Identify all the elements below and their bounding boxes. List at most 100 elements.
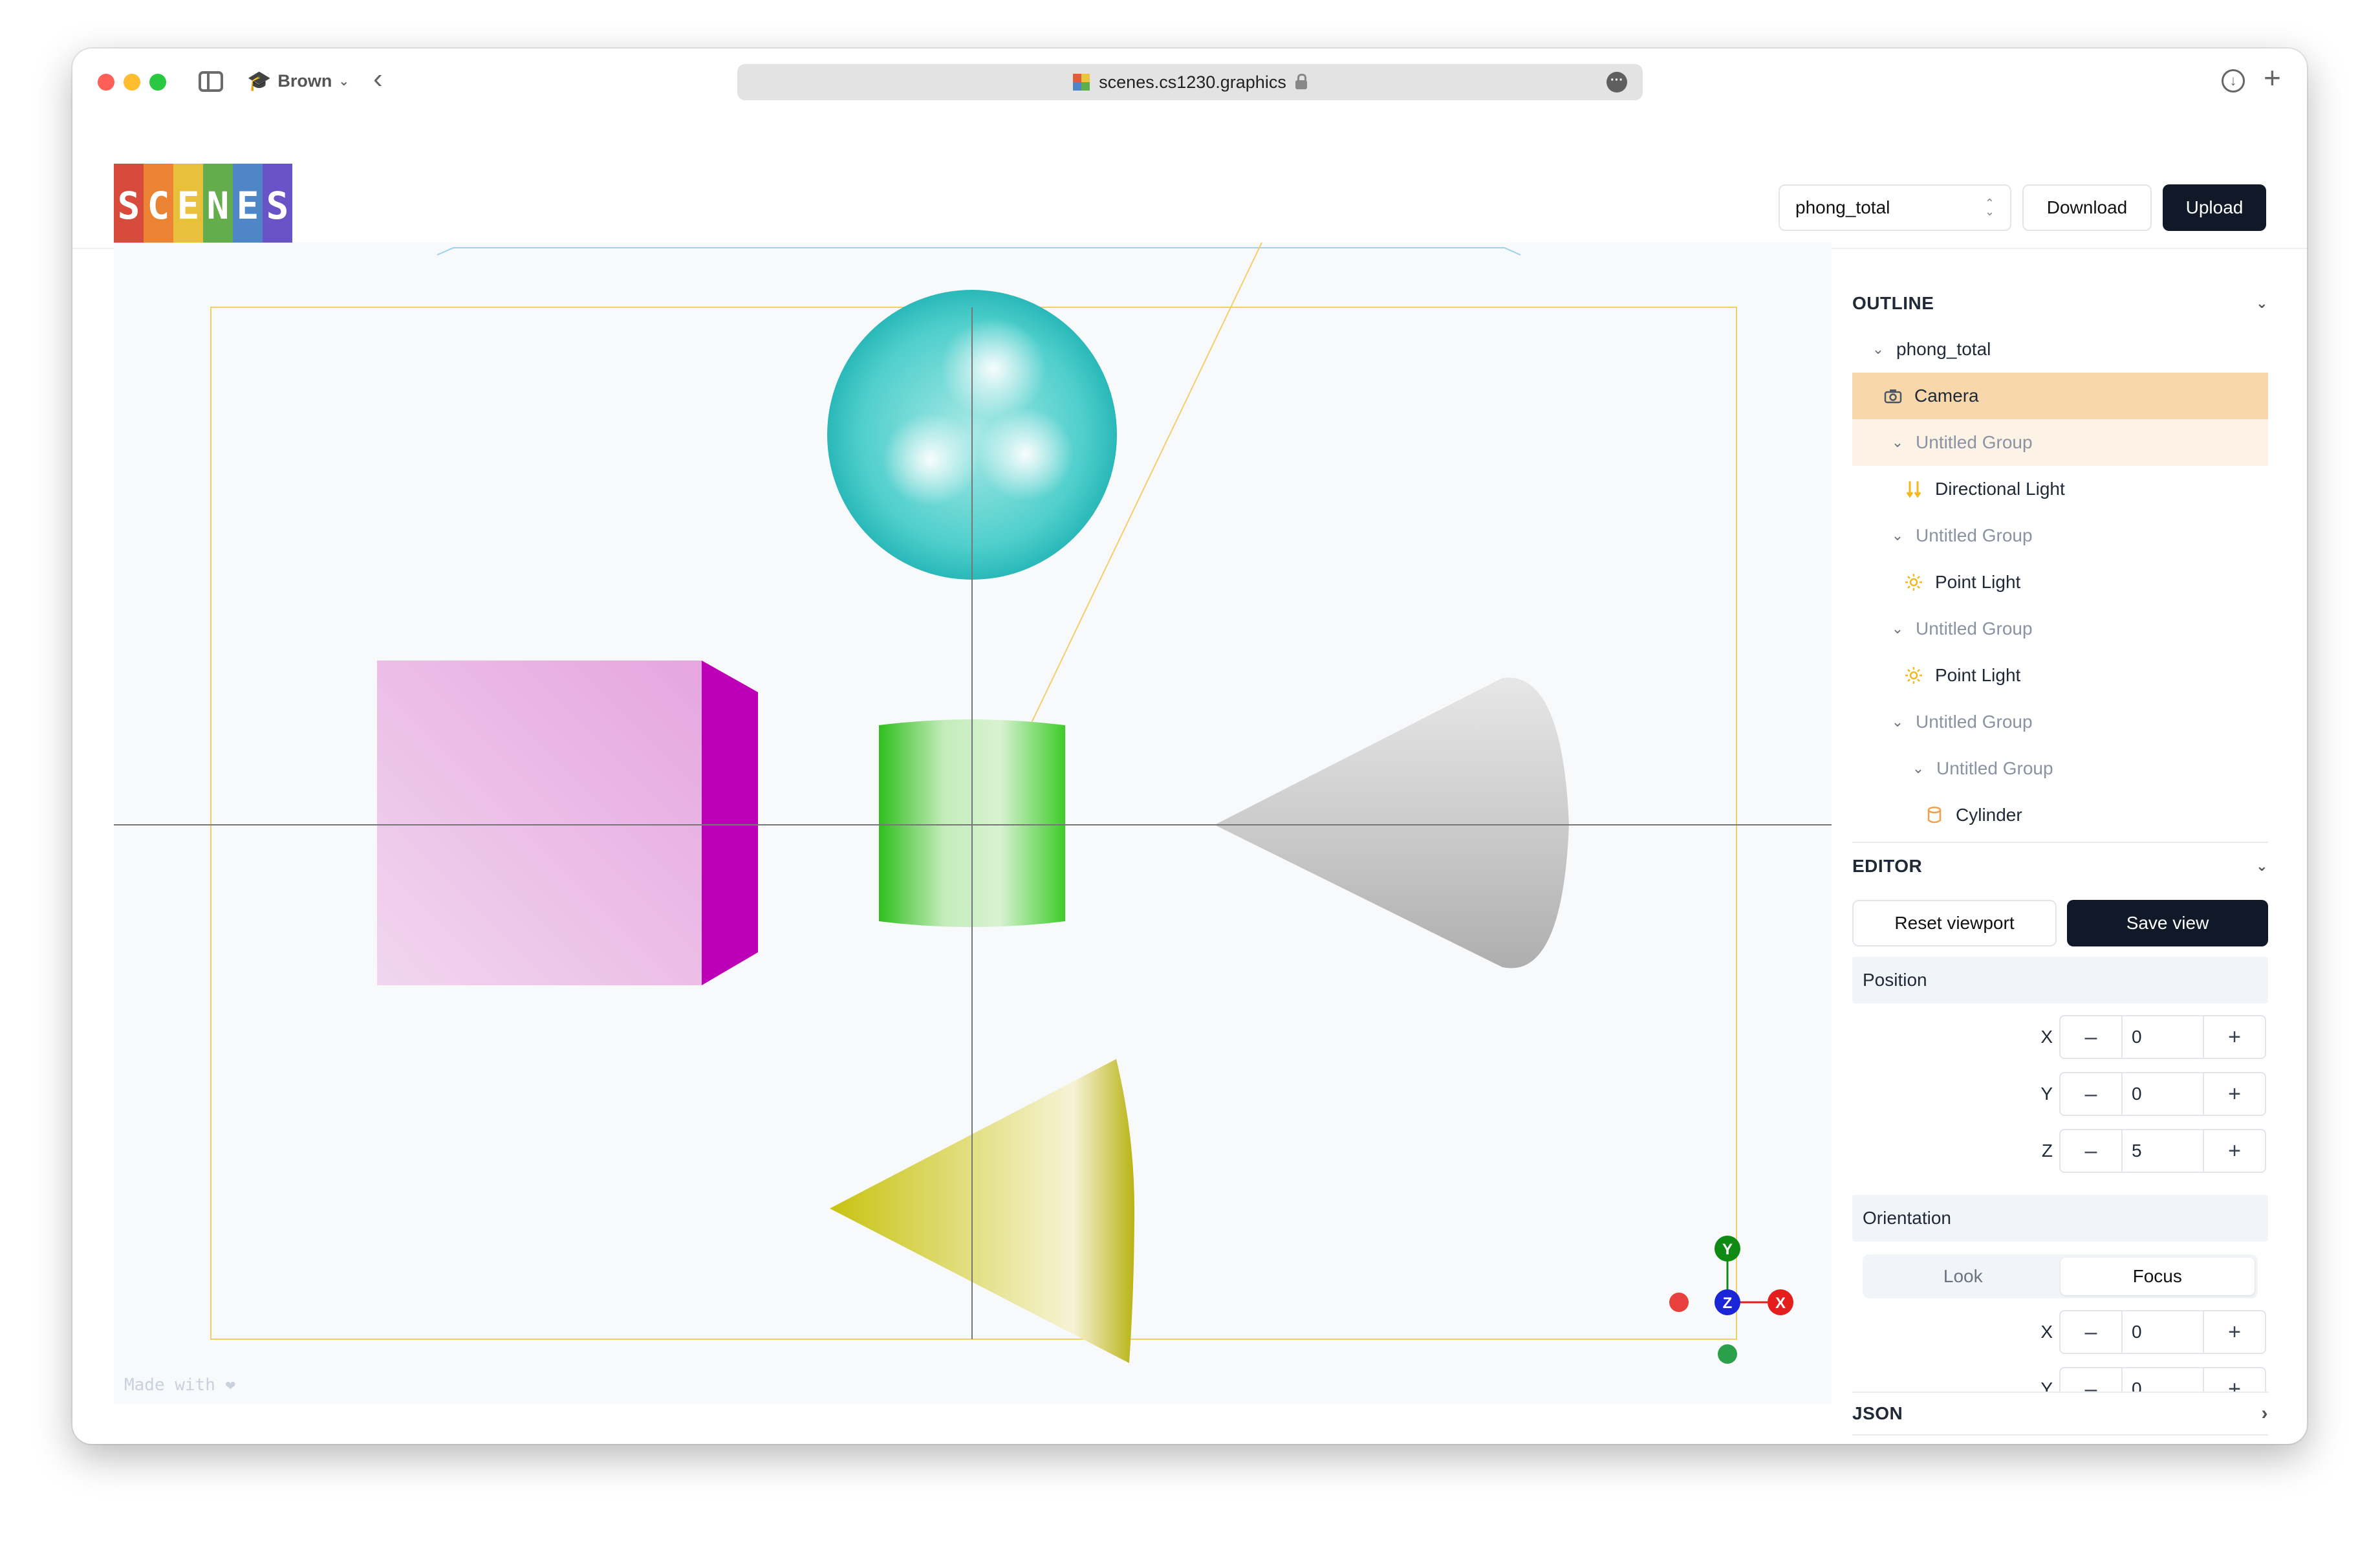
logo-letter: E	[173, 164, 203, 248]
decrement-button[interactable]: –	[2061, 1130, 2121, 1172]
position-y-row: Y – 0 +	[1852, 1071, 2268, 1117]
orientation-x-input[interactable]: 0	[2121, 1311, 2204, 1353]
decrement-button[interactable]: –	[2061, 1016, 2121, 1058]
more-options-icon[interactable]: ···	[1606, 72, 1627, 93]
editor-title: EDITOR	[1852, 856, 1923, 876]
increment-button[interactable]: +	[2204, 1311, 2265, 1353]
decrement-button[interactable]: –	[2061, 1368, 2121, 1392]
camera-frustum-edge	[437, 247, 1521, 256]
outline-item-scene-root[interactable]: ⌄ phong_total	[1852, 326, 2268, 373]
reset-viewport-button[interactable]: Reset viewport	[1852, 900, 2057, 946]
chevron-down-icon: ⌄	[338, 74, 350, 89]
outline-section-header[interactable]: OUTLINE ⌄	[1852, 283, 2268, 324]
orientation-y-input[interactable]: 0	[2121, 1368, 2204, 1392]
point-light-icon	[1904, 666, 1923, 685]
json-title: JSON	[1852, 1403, 1903, 1423]
outline-item-camera[interactable]: Camera	[1852, 373, 2268, 419]
outline-item-label: Untitled Group	[1916, 432, 2033, 452]
outline-item-group[interactable]: ⌄ Untitled Group	[1852, 419, 2268, 466]
gizmo-y-label: Y	[1722, 1241, 1733, 1258]
address-bar[interactable]: scenes.cs1230.graphics ···	[737, 64, 1643, 100]
increment-button[interactable]: +	[2204, 1073, 2265, 1115]
position-x-label: X	[2040, 1027, 2053, 1047]
zoom-window-button[interactable]	[149, 74, 166, 91]
section-divider	[1852, 1392, 2268, 1393]
position-subheader: Position	[1852, 957, 2268, 1003]
scene-viewport[interactable]: Y Z X Made with ❤	[114, 243, 1832, 1404]
scene-select-value: phong_total	[1795, 197, 1890, 217]
outline-item-point-light[interactable]: Point Light	[1852, 652, 2268, 699]
browser-window: 🎓 Brown ⌄ ‹ scenes.cs1230.graphics ··· ↓…	[72, 49, 2307, 1444]
back-arrow-icon[interactable]: ‹	[373, 65, 383, 93]
outline-item-group[interactable]: ⌄ Untitled Group	[1852, 699, 2268, 745]
orientation-x-label: X	[2040, 1322, 2053, 1342]
orientation-x-stepper[interactable]: – 0 +	[2059, 1310, 2266, 1354]
orientation-y-row: Y – 0 +	[1852, 1366, 2268, 1392]
position-z-input[interactable]: 5	[2121, 1130, 2204, 1172]
cube-object[interactable]	[377, 661, 758, 985]
save-view-button[interactable]: Save view	[2067, 900, 2268, 946]
camera-icon	[1883, 386, 1903, 406]
tab-focus[interactable]: Focus	[2060, 1258, 2255, 1295]
scene-canvas[interactable]: Y Z X	[114, 243, 1832, 1404]
browser-toolbar: 🎓 Brown ⌄ ‹ scenes.cs1230.graphics ··· ↓…	[72, 49, 2307, 113]
close-window-button[interactable]	[98, 74, 114, 91]
gizmo-neg-x-dot[interactable]	[1669, 1293, 1689, 1312]
outline-item-cylinder[interactable]: Cylinder	[1852, 792, 2268, 838]
outline-item-group[interactable]: ⌄ Untitled Group	[1852, 512, 2268, 559]
increment-button[interactable]: +	[2204, 1016, 2265, 1058]
outline-item-label: Untitled Group	[1916, 712, 2033, 732]
axis-gizmo[interactable]: Y Z X	[1669, 1236, 1793, 1364]
orientation-y-stepper[interactable]: – 0 +	[2059, 1367, 2266, 1392]
editor-section-header[interactable]: EDITOR ⌄	[1852, 846, 2268, 887]
upload-button[interactable]: Upload	[2163, 184, 2266, 231]
yellow-cone-object[interactable]	[830, 1059, 1134, 1363]
orientation-y-label: Y	[2040, 1379, 2053, 1392]
chevron-down-icon: ⌄	[1872, 341, 1885, 357]
orientation-x-row: X – 0 +	[1852, 1309, 2268, 1355]
chevron-down-icon: ⌄	[1912, 760, 1925, 776]
position-z-stepper[interactable]: – 5 +	[2059, 1129, 2266, 1173]
minimize-window-button[interactable]	[124, 74, 140, 91]
outline-item-label: Directional Light	[1935, 479, 2065, 499]
downloads-icon[interactable]: ↓	[2222, 69, 2245, 93]
position-x-input[interactable]: 0	[2121, 1016, 2204, 1058]
gizmo-neg-y-dot[interactable]	[1718, 1344, 1737, 1364]
json-section-header[interactable]: JSON ›	[1852, 1394, 2268, 1433]
logo-letter: C	[144, 164, 173, 248]
chevron-down-icon: ⌄	[1891, 527, 1904, 543]
profile-switcher[interactable]: 🎓 Brown ⌄	[247, 68, 349, 94]
increment-button[interactable]: +	[2204, 1368, 2265, 1392]
chevron-down-icon: ⌄	[2256, 295, 2268, 311]
gizmo-z-label: Z	[1723, 1295, 1733, 1312]
outline-item-point-light[interactable]: Point Light	[1852, 559, 2268, 606]
scenes-logo: S C E N E S	[114, 164, 292, 248]
new-tab-icon[interactable]: +	[2264, 63, 2281, 93]
increment-button[interactable]: +	[2204, 1130, 2265, 1172]
point-light-icon	[1904, 573, 1923, 592]
chevron-down-icon: ⌄	[2256, 858, 2268, 874]
sidebar-toggle-icon[interactable]	[199, 71, 223, 92]
scene-select[interactable]: phong_total ⌃ ⌄	[1779, 184, 2011, 231]
decrement-button[interactable]: –	[2061, 1311, 2121, 1353]
chevron-right-icon: ›	[2261, 1403, 2268, 1424]
made-with-footer[interactable]: Made with ❤	[124, 1375, 235, 1395]
tab-look[interactable]: Look	[1866, 1258, 2061, 1295]
outline-item-group[interactable]: ⌄ Untitled Group	[1852, 745, 2268, 792]
position-y-label: Y	[2040, 1084, 2053, 1104]
outline-title: OUTLINE	[1852, 293, 1934, 313]
download-button[interactable]: Download	[2022, 184, 2152, 231]
position-z-row: Z – 5 +	[1852, 1128, 2268, 1174]
section-divider	[1852, 1434, 2268, 1436]
grey-cone-object[interactable]	[1215, 677, 1569, 968]
position-y-input[interactable]: 0	[2121, 1073, 2204, 1115]
position-y-stepper[interactable]: – 0 +	[2059, 1072, 2266, 1116]
graduation-cap-icon: 🎓	[247, 70, 272, 92]
logo-letter: S	[263, 164, 292, 248]
position-x-stepper[interactable]: – 0 +	[2059, 1015, 2266, 1059]
outline-item-group[interactable]: ⌄ Untitled Group	[1852, 606, 2268, 652]
url-text: scenes.cs1230.graphics	[1099, 72, 1286, 92]
outline-item-directional-light[interactable]: Directional Light	[1852, 466, 2268, 512]
decrement-button[interactable]: –	[2061, 1073, 2121, 1115]
gizmo-x-label: X	[1775, 1295, 1786, 1312]
